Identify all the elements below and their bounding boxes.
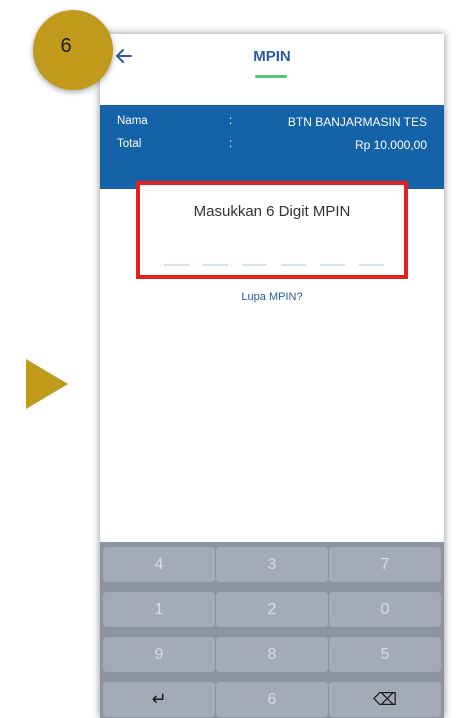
transaction-info-panel: Nama : BTN BANJARMASIN TES Total : Rp 10… bbox=[100, 105, 444, 189]
pointer-arrow-icon bbox=[26, 359, 68, 409]
pin-digit-slot bbox=[203, 264, 228, 266]
key-7[interactable]: 7 bbox=[329, 547, 441, 582]
forgot-mpin-link[interactable]: Lupa MPIN? bbox=[100, 291, 444, 303]
key-4[interactable]: 4 bbox=[103, 547, 215, 582]
mpin-prompt: Masukkan 6 Digit MPIN bbox=[193, 203, 351, 220]
info-label: Total bbox=[117, 138, 142, 150]
info-separator: : bbox=[229, 138, 233, 150]
title-underline bbox=[255, 75, 287, 78]
info-value: BTN BANJARMASIN TES bbox=[287, 115, 427, 129]
key-8[interactable]: 8 bbox=[216, 637, 328, 672]
numeric-keypad: 4 3 7 1 2 0 9 8 5 ↵ 6 ⌫ bbox=[100, 542, 444, 718]
key-6[interactable]: 6 bbox=[216, 682, 328, 717]
pin-digit-slot bbox=[320, 264, 345, 266]
pin-digit-slot bbox=[359, 264, 384, 266]
step-number: 6 bbox=[60, 34, 72, 57]
app-header: MPIN bbox=[100, 34, 444, 82]
pin-digit-slot bbox=[242, 264, 267, 266]
info-row-total: Total : Rp 10.000,00 bbox=[117, 138, 427, 154]
page-title: MPIN bbox=[253, 48, 291, 65]
phone-screen: MPIN Nama : BTN BANJARMASIN TES Total : … bbox=[100, 34, 444, 718]
info-row-nama: Nama : BTN BANJARMASIN TES bbox=[117, 115, 427, 131]
info-label: Nama bbox=[117, 115, 148, 127]
pin-digit-slot bbox=[164, 264, 189, 266]
info-value: Rp 10.000,00 bbox=[354, 138, 427, 152]
key-1[interactable]: 1 bbox=[103, 592, 215, 627]
mpin-entry-box[interactable]: Masukkan 6 Digit MPIN bbox=[136, 181, 408, 279]
backspace-key-icon[interactable]: ⌫ bbox=[329, 682, 441, 717]
info-separator: : bbox=[229, 115, 233, 127]
key-3[interactable]: 3 bbox=[216, 547, 328, 582]
step-number-badge: 6 bbox=[33, 10, 113, 90]
key-0[interactable]: 0 bbox=[329, 592, 441, 627]
key-5[interactable]: 5 bbox=[329, 637, 441, 672]
key-9[interactable]: 9 bbox=[103, 637, 215, 672]
key-2[interactable]: 2 bbox=[216, 592, 328, 627]
enter-key-icon[interactable]: ↵ bbox=[103, 682, 215, 717]
pin-digit-slot bbox=[281, 264, 306, 266]
